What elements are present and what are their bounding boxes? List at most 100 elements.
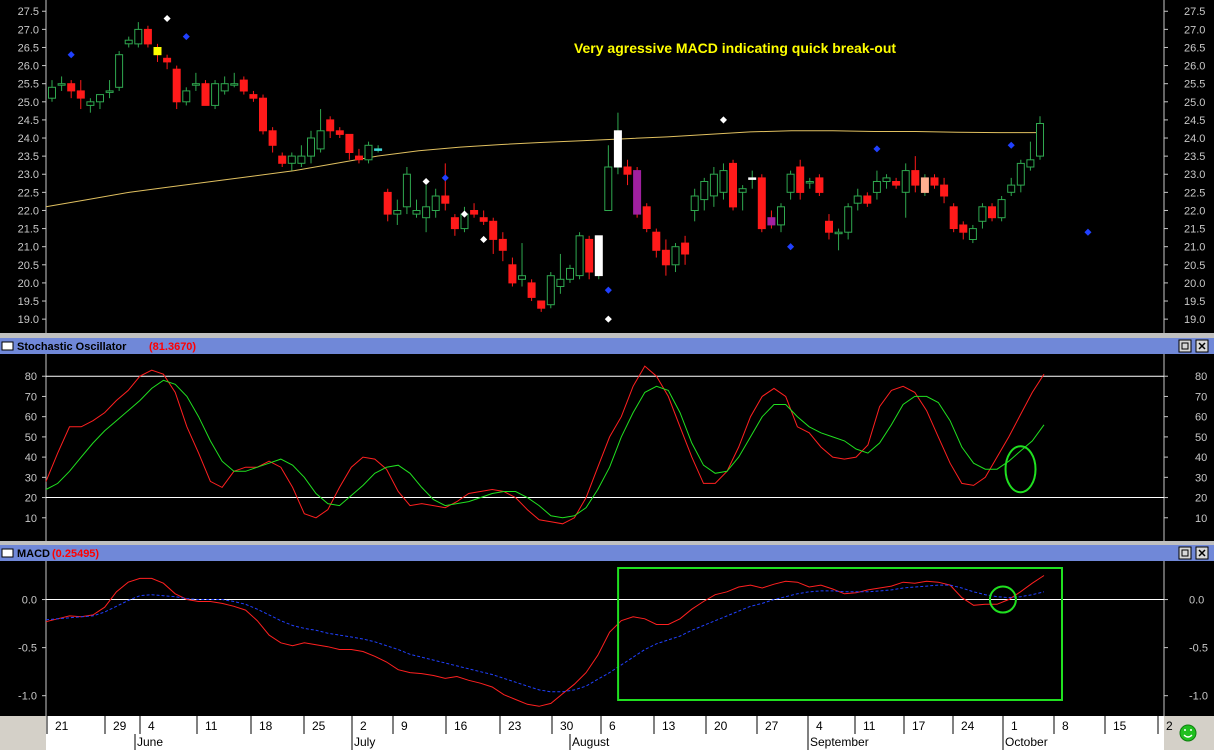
candle [527,279,536,302]
candle-body [700,181,709,201]
stochastic-tick-label-right: 70 [1195,391,1207,403]
candle-body [1007,184,1016,193]
candle-body [556,278,565,287]
price-tick-label-left: 24.0 [18,133,39,145]
price-tick-label-left: 21.0 [18,242,39,254]
candle-body [230,83,239,86]
candle-body [345,133,354,153]
month-label: June [137,735,163,749]
candle-body [134,28,143,45]
price-tick-label-left: 19.0 [18,314,39,326]
candle [364,141,373,164]
price-tick-label-right: 23.5 [1184,151,1205,163]
candle-body [86,101,95,106]
date-tick-label: 16 [454,719,468,733]
candle [575,232,584,280]
macd-title-bar: MACD (0.25495) [0,545,1214,561]
candle-body [940,184,949,197]
candle-body [76,90,85,99]
candle-body [575,235,584,277]
candle-body [978,206,987,222]
stochastic-tick-label-right: 40 [1195,452,1207,464]
candle-body [489,220,498,240]
price-tick-label-left: 27.5 [18,6,39,18]
candle-body [930,177,939,186]
candle [729,159,737,211]
candle-body [671,246,680,266]
stochastic-title-bar: Stochastic Oscillator (81.3670) [0,338,1214,354]
candle-body [566,267,574,280]
price-tick-label-right: 19.5 [1184,296,1205,308]
candle-body [259,97,267,132]
macd-title: MACD [17,548,50,560]
candle-body [393,210,402,215]
candle [546,272,555,309]
macd-tick-label-left: 0.0 [22,595,37,607]
candle-body [911,170,920,186]
candle-body [882,177,891,182]
candle [997,195,1006,222]
candle-body [719,170,728,193]
candle-body [239,79,248,92]
price-tick-label-left: 23.5 [18,151,39,163]
panel-separator[interactable] [0,333,1214,338]
candle-body [450,217,459,230]
candle-body [959,224,968,233]
candle-body [335,130,344,135]
price-tick-label-left: 20.0 [18,278,39,290]
stochastic-tick-label-left: 20 [25,493,37,505]
candle [815,174,824,196]
price-tick-label-right: 24.0 [1184,133,1205,145]
candle [594,235,603,280]
candle-body [163,57,172,63]
candle-body [786,173,795,193]
candle-body [853,195,862,204]
date-tick-label: 23 [508,719,522,733]
chart-annotation: Very agressive MACD indicating quick bre… [574,40,896,56]
stochastic-tick-label-right: 10 [1195,513,1207,525]
candle-body [498,238,507,251]
stochastic-tick-label-right: 50 [1195,432,1207,444]
date-axis: 21 29 4 11 18 25 2 9 16 23 30 6 13 20 27 4 11 17 24 1 8 15 2Ju… [0,716,1214,750]
maximize-icon[interactable] [1178,339,1192,353]
macd-tick-label-right: -1.0 [1189,691,1208,703]
price-tick-label-right: 22.0 [1184,205,1205,217]
candle-body [594,235,603,277]
candle-body [1036,123,1044,157]
macd-tick-label-right: -0.5 [1189,643,1208,655]
candle-body [470,210,479,215]
date-tick-label: 4 [148,719,155,733]
candle-body [613,130,622,168]
panel-separator[interactable] [0,541,1214,545]
candle-body [115,54,124,88]
stochastic-tick-label-right: 30 [1195,472,1207,484]
panel-menu-icon[interactable] [1,548,14,558]
candle-body [297,155,306,164]
stochastic-tick-label-left: 10 [25,513,37,525]
panel-menu-icon[interactable] [1,341,14,351]
price-tick-label-left: 20.5 [18,260,39,272]
stochastic-tick-label-right: 20 [1195,493,1207,505]
candle-body [633,170,642,215]
candle-body [537,300,546,309]
candle-body [805,181,814,184]
candle-body [585,238,594,273]
chart-canvas: 27.5 27.0 26.5 26.0 25.5 25.0 24.5 24.0 23.5 23.0… [0,0,1214,750]
candle-body [508,264,517,284]
smiley-icon[interactable] [1179,724,1197,742]
month-label: October [1005,735,1048,749]
date-tick-label: 8 [1062,719,1069,733]
candle [920,174,929,196]
candle-body [278,155,287,164]
date-tick-label: 21 [55,719,69,733]
stochastic-value: (81.3670) [149,341,196,353]
date-tick-label: 29 [113,719,127,733]
candle-body [48,86,56,99]
maximize-icon[interactable] [1178,546,1192,560]
stochastic-tick-label-left: 30 [25,472,37,484]
date-tick-label: 9 [401,719,408,733]
price-tick-label-right: 20.0 [1184,278,1205,290]
date-tick-label: 18 [259,719,273,733]
candle [757,174,766,233]
candle-body [997,199,1006,219]
